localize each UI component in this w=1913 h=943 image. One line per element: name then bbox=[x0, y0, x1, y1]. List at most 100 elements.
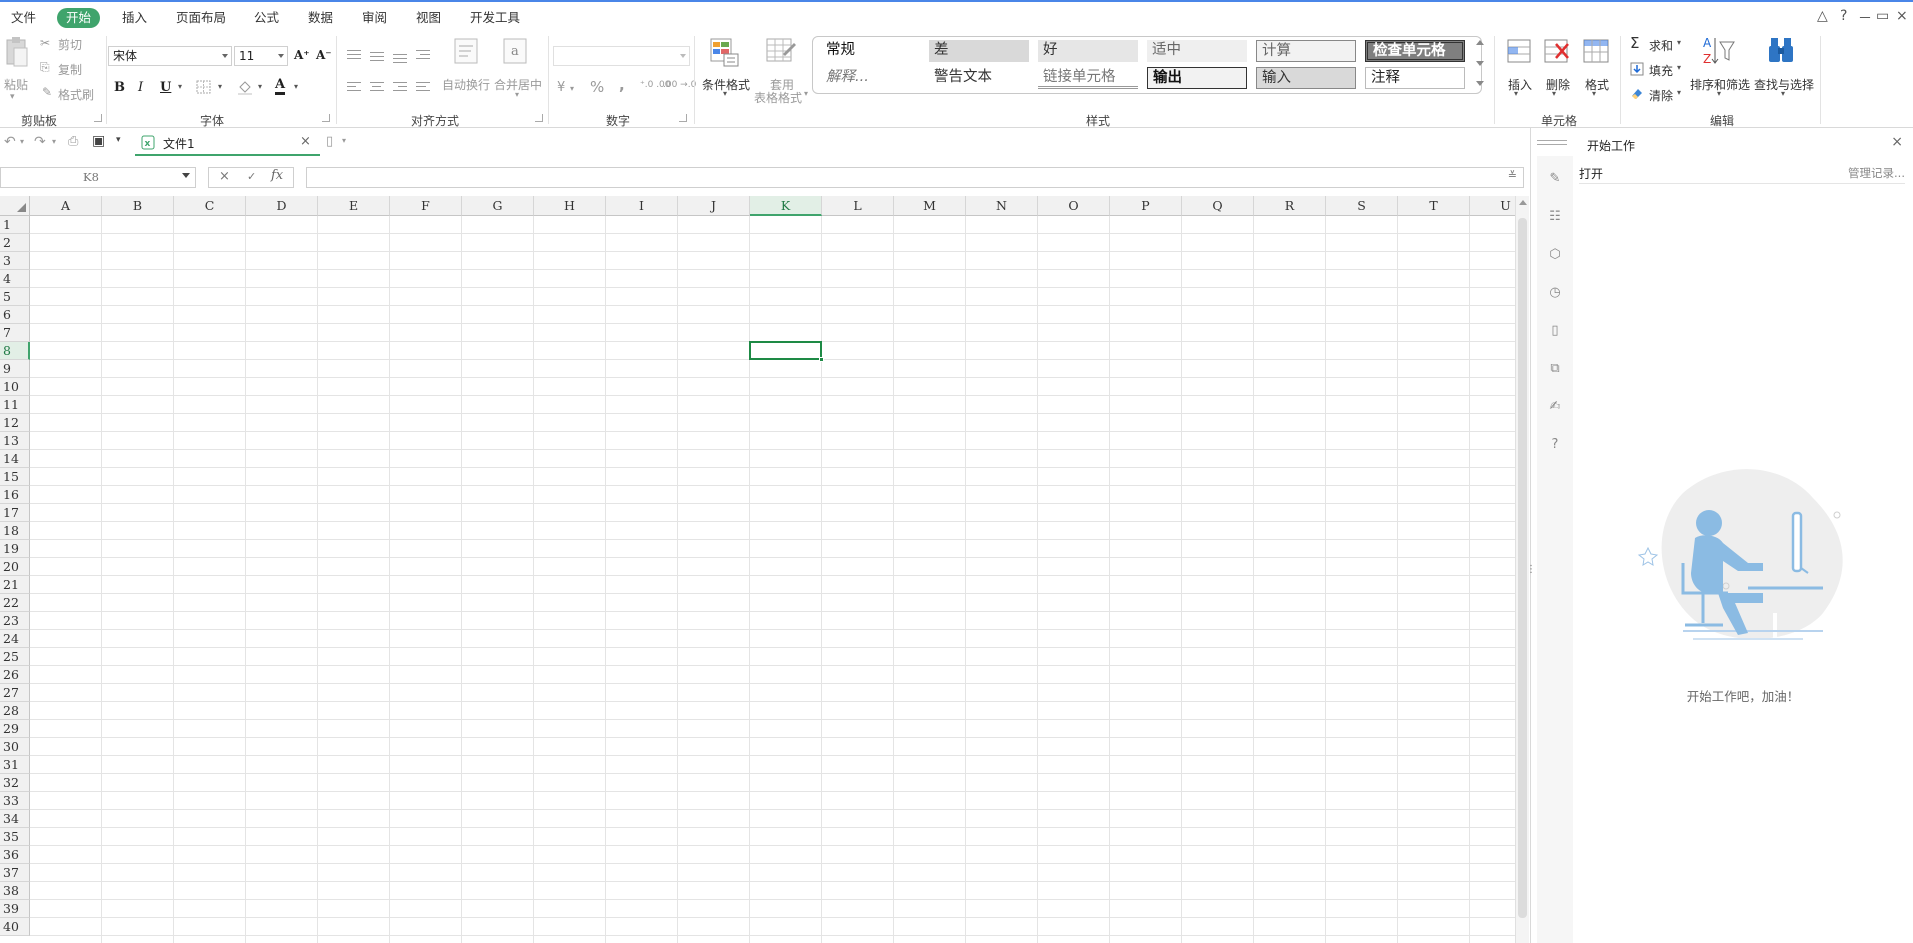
row-header[interactable]: 2 bbox=[0, 234, 30, 252]
column-header[interactable]: J bbox=[678, 196, 750, 216]
panel-menu-icon[interactable] bbox=[1537, 140, 1567, 148]
print-preview-icon[interactable]: ⎙ bbox=[68, 134, 78, 149]
font-color-button[interactable]: A bbox=[275, 77, 286, 95]
redo-dropdown-icon[interactable]: ▾ bbox=[52, 137, 56, 146]
wrap-text-icon[interactable] bbox=[454, 38, 478, 64]
paste-icon[interactable] bbox=[4, 36, 30, 70]
conditional-dropdown-icon[interactable]: ▾ bbox=[723, 89, 727, 98]
find-dropdown-icon[interactable]: ▾ bbox=[1781, 89, 1785, 98]
row-header[interactable]: 21 bbox=[0, 576, 30, 594]
cut-button[interactable]: 剪切 bbox=[58, 36, 82, 53]
undo-dropdown-icon[interactable]: ▾ bbox=[20, 137, 24, 146]
menu-data[interactable]: 数据 bbox=[308, 8, 333, 28]
undo-icon[interactable]: ↶ bbox=[4, 134, 16, 150]
table-format-dropdown-icon[interactable]: ▾ bbox=[804, 89, 808, 98]
fill-button[interactable]: 填充 bbox=[1649, 62, 1673, 79]
indent-icon[interactable] bbox=[416, 50, 430, 62]
border-icon[interactable] bbox=[196, 80, 212, 94]
row-header[interactable]: 10 bbox=[0, 378, 30, 396]
menu-page-layout[interactable]: 页面布局 bbox=[176, 8, 226, 28]
row-header[interactable]: 17 bbox=[0, 504, 30, 522]
row-header[interactable]: 26 bbox=[0, 666, 30, 684]
row-header[interactable]: 14 bbox=[0, 450, 30, 468]
style-normal[interactable]: 常规 bbox=[821, 40, 921, 62]
format-cells-button[interactable]: 格式 bbox=[1585, 76, 1609, 93]
delete-dropdown-icon[interactable]: ▾ bbox=[1552, 89, 1556, 98]
align-top-icon[interactable] bbox=[347, 50, 361, 62]
row-header[interactable]: 7 bbox=[0, 324, 30, 342]
style-good[interactable]: 好 bbox=[1038, 40, 1138, 62]
row-header[interactable]: 38 bbox=[0, 882, 30, 900]
clear-dropdown-icon[interactable]: ▾ bbox=[1677, 88, 1681, 97]
paste-dropdown-icon[interactable]: ▾ bbox=[10, 92, 15, 102]
column-header[interactable]: E bbox=[318, 196, 390, 216]
history-clock-icon[interactable]: ◷ bbox=[1548, 286, 1562, 300]
insert-function-icon[interactable]: fx bbox=[271, 168, 283, 183]
redo-icon[interactable]: ↷ bbox=[34, 134, 46, 150]
close-panel-icon[interactable]: × bbox=[1891, 134, 1903, 150]
column-header[interactable]: C bbox=[174, 196, 246, 216]
font-size-select[interactable]: 11 bbox=[234, 46, 288, 66]
column-header[interactable]: P bbox=[1110, 196, 1182, 216]
row-header[interactable]: 11 bbox=[0, 396, 30, 414]
column-header[interactable]: L bbox=[822, 196, 894, 216]
row-header[interactable]: 25 bbox=[0, 648, 30, 666]
sum-icon[interactable]: Σ bbox=[1630, 34, 1639, 52]
column-header[interactable]: I bbox=[606, 196, 678, 216]
row-header[interactable]: 24 bbox=[0, 630, 30, 648]
clear-button[interactable]: 清除 bbox=[1649, 87, 1673, 104]
new-document-dropdown-icon[interactable]: ▾ bbox=[342, 136, 346, 145]
style-bad[interactable]: 差 bbox=[929, 40, 1029, 62]
style-neutral[interactable]: 适中 bbox=[1147, 40, 1247, 62]
restore-icon[interactable]: ▭ bbox=[1876, 8, 1889, 24]
manage-records-link[interactable]: 管理记录... bbox=[1848, 165, 1905, 181]
currency-icon[interactable]: ¥ bbox=[557, 80, 565, 95]
align-left-icon[interactable] bbox=[347, 82, 361, 94]
insert-cells-icon[interactable] bbox=[1504, 36, 1534, 66]
clipboard-icon[interactable]: ▯ bbox=[1548, 324, 1562, 338]
note-edit-icon[interactable]: ✍ bbox=[1548, 400, 1562, 414]
insert-dropdown-icon[interactable]: ▾ bbox=[1514, 89, 1518, 98]
row-header[interactable]: 6 bbox=[0, 306, 30, 324]
style-calculation[interactable]: 计算 bbox=[1256, 40, 1356, 62]
active-cell[interactable] bbox=[749, 341, 824, 362]
wrap-text-button[interactable]: 自动换行 bbox=[442, 76, 490, 93]
font-color-dropdown-icon[interactable]: ▾ bbox=[294, 82, 298, 91]
style-check-cell[interactable]: 检查单元格 bbox=[1365, 40, 1465, 62]
eraser-icon[interactable] bbox=[1630, 86, 1644, 100]
row-header[interactable]: 36 bbox=[0, 846, 30, 864]
align-right-icon[interactable] bbox=[393, 82, 407, 94]
column-header[interactable]: F bbox=[390, 196, 462, 216]
row-header[interactable]: 3 bbox=[0, 252, 30, 270]
style-warning[interactable]: 警告文本 bbox=[929, 67, 1029, 89]
clipboard-launcher-icon[interactable] bbox=[94, 114, 102, 122]
panel-splitter[interactable]: ⋮ bbox=[1526, 128, 1536, 943]
select-all-corner[interactable] bbox=[0, 196, 30, 216]
shrink-font-icon[interactable]: A⁻ bbox=[316, 48, 332, 62]
format-cells-icon[interactable] bbox=[1581, 36, 1611, 66]
cancel-formula-icon[interactable]: × bbox=[219, 169, 230, 184]
gallery-expand-icon[interactable] bbox=[1476, 81, 1484, 86]
menu-file[interactable]: 文件 bbox=[11, 8, 36, 28]
column-header[interactable]: M bbox=[894, 196, 966, 216]
row-header[interactable]: 32 bbox=[0, 774, 30, 792]
menu-review[interactable]: 审阅 bbox=[362, 8, 387, 28]
name-box[interactable]: K8 bbox=[0, 167, 196, 188]
close-window-icon[interactable]: × bbox=[1896, 8, 1908, 24]
italic-button[interactable]: I bbox=[138, 80, 143, 95]
gallery-up-icon[interactable] bbox=[1476, 40, 1484, 45]
copy-pages-icon[interactable]: ⧉ bbox=[1548, 362, 1562, 376]
row-header[interactable]: 28 bbox=[0, 702, 30, 720]
row-header[interactable]: 22 bbox=[0, 594, 30, 612]
row-header[interactable]: 15 bbox=[0, 468, 30, 486]
comma-button[interactable]: , bbox=[619, 76, 625, 94]
help-icon[interactable]: ? bbox=[1840, 8, 1847, 24]
style-note[interactable]: 注释 bbox=[1365, 67, 1465, 89]
alignment-launcher-icon[interactable] bbox=[535, 114, 543, 122]
minimize-icon[interactable]: － bbox=[1858, 8, 1872, 28]
font-name-select[interactable]: 宋体 bbox=[108, 46, 232, 66]
bold-button[interactable]: B bbox=[114, 80, 125, 95]
menu-insert[interactable]: 插入 bbox=[122, 8, 147, 28]
row-header[interactable]: 18 bbox=[0, 522, 30, 540]
style-explanatory[interactable]: 解释... bbox=[821, 67, 921, 89]
